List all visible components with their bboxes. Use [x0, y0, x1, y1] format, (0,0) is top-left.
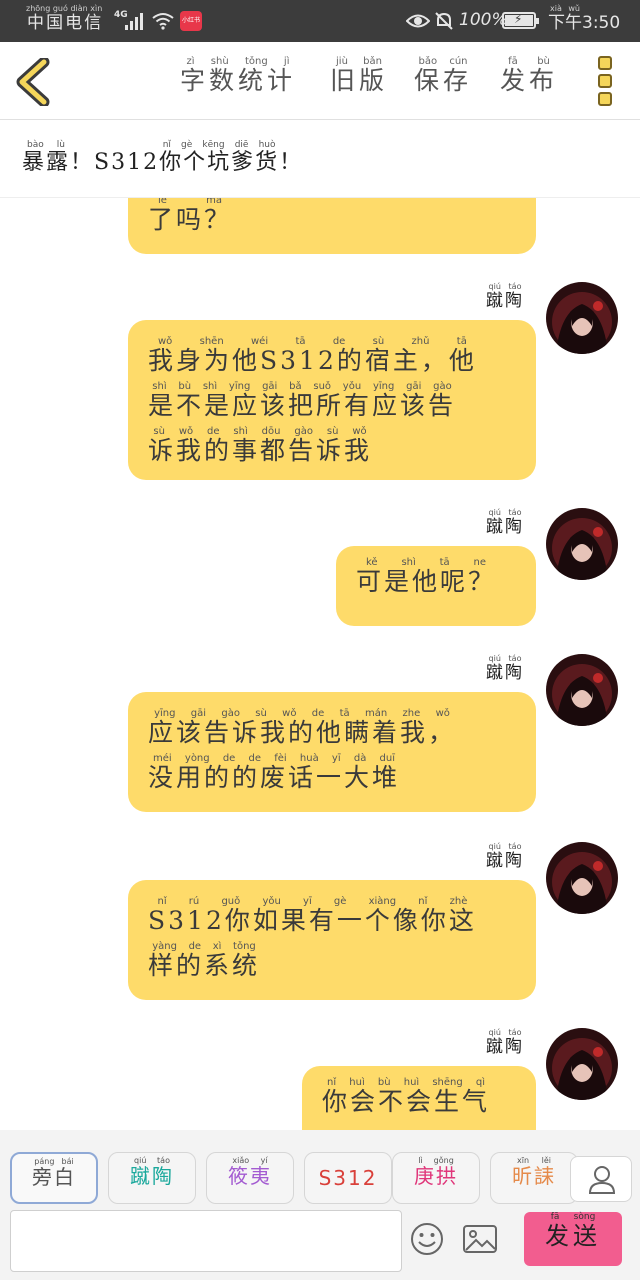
message-bubble[interactable]: S312你如果有一个像你这nǐ rú guǒ yǒu yī gè xiàng n… [128, 880, 536, 1000]
speaker-name: 蹴陶qiú táo [486, 842, 524, 871]
old-version-button[interactable]: 旧版jiù bǎn [330, 56, 388, 101]
avatar-image [546, 654, 618, 726]
avatar[interactable] [546, 508, 618, 580]
message-bubble[interactable]: 了吗？le ma [128, 198, 536, 254]
avatar-image [546, 282, 618, 354]
avatar[interactable] [546, 1028, 618, 1100]
message-bubble[interactable]: 我身为他S312的宿主，他wǒ shēn wéi tā de sù zhǔ tā… [128, 320, 536, 480]
character-tab[interactable]: 蹴陶qiú táo [108, 1152, 196, 1204]
speaker-name: 蹴陶qiú táo [486, 282, 524, 311]
avatar-image [546, 1028, 618, 1100]
image-icon[interactable] [462, 1224, 498, 1254]
story-title-bar: 暴露bào lù！S312你个坑爹货nǐ gè kēng diē huò！ [0, 120, 640, 198]
battery-icon: ⚡ [502, 12, 539, 29]
speaker-name: 蹴陶qiú táo [486, 508, 524, 537]
character-tab[interactable]: 旁白páng bái [10, 1152, 98, 1204]
save-button[interactable]: 保存bǎo cún [414, 56, 472, 101]
character-tab[interactable]: 筱夷xiǎo yí [206, 1152, 294, 1204]
publish-button[interactable]: 发布fā bù [500, 56, 558, 101]
signal-icon [125, 13, 143, 30]
chat-area[interactable]: 了吗？le ma 蹴陶qiú táo 我身为他S312的宿主，他wǒ shēn … [0, 198, 640, 1130]
user-icon [588, 1166, 616, 1194]
character-tab[interactable]: S312 [304, 1152, 392, 1204]
avatar-image [546, 508, 618, 580]
message-bubble[interactable]: 你会不会生气nǐ huì bù huì shēng qì [302, 1066, 536, 1130]
avatar[interactable] [546, 282, 618, 354]
message-bubble[interactable]: 可是他呢？kě shì tā ne [336, 546, 536, 626]
battery-percent: 100% [459, 10, 508, 30]
back-arrow-icon[interactable] [14, 58, 54, 106]
character-tab-bar: 旁白páng bái 蹴陶qiú táo 筱夷xiǎo yí S312 庚拱lì… [0, 1130, 640, 1208]
message-bubble[interactable]: 应该告诉我的他瞒着我，yīng gāi gào sù wǒ de tā mán … [128, 692, 536, 812]
send-button[interactable]: 发送fā sòng [524, 1212, 622, 1266]
avatar-image [546, 842, 618, 914]
wifi-icon [152, 13, 174, 30]
character-tab[interactable]: 庚拱lì gǒng [392, 1152, 480, 1204]
word-count-button[interactable]: 字数统计zì shù tǒng jì [180, 56, 296, 101]
clock: 下午xià wǔ3:50 [548, 4, 621, 33]
speaker-name: 蹴陶qiú táo [486, 654, 524, 683]
carrier-label: 中国电信zhōng guó diàn xìn [26, 4, 103, 33]
top-toolbar: 字数统计zì shù tǒng jì 旧版jiù bǎn 保存bǎo cún 发… [0, 42, 640, 120]
more-menu-icon[interactable] [596, 56, 614, 108]
input-bar: 发送fā sòng [0, 1208, 640, 1280]
message-input[interactable] [10, 1210, 402, 1272]
speaker-name: 蹴陶qiú táo [486, 1028, 524, 1057]
character-manage-button[interactable] [570, 1156, 632, 1202]
app-badge-icon: 小红书 [180, 11, 202, 31]
eye-icon [406, 14, 430, 28]
character-tab[interactable]: 昕誄xīn lěi [490, 1152, 578, 1204]
emoji-icon[interactable] [410, 1222, 444, 1256]
avatar[interactable] [546, 654, 618, 726]
avatar[interactable] [546, 842, 618, 914]
status-bar: 中国电信zhōng guó diàn xìn 4G 小红书 100% ⚡ 下午x… [0, 0, 640, 42]
mute-bell-icon [435, 12, 453, 30]
story-title[interactable]: 暴露bào lù！S312你个坑爹货nǐ gè kēng diē huò！ [22, 140, 303, 181]
